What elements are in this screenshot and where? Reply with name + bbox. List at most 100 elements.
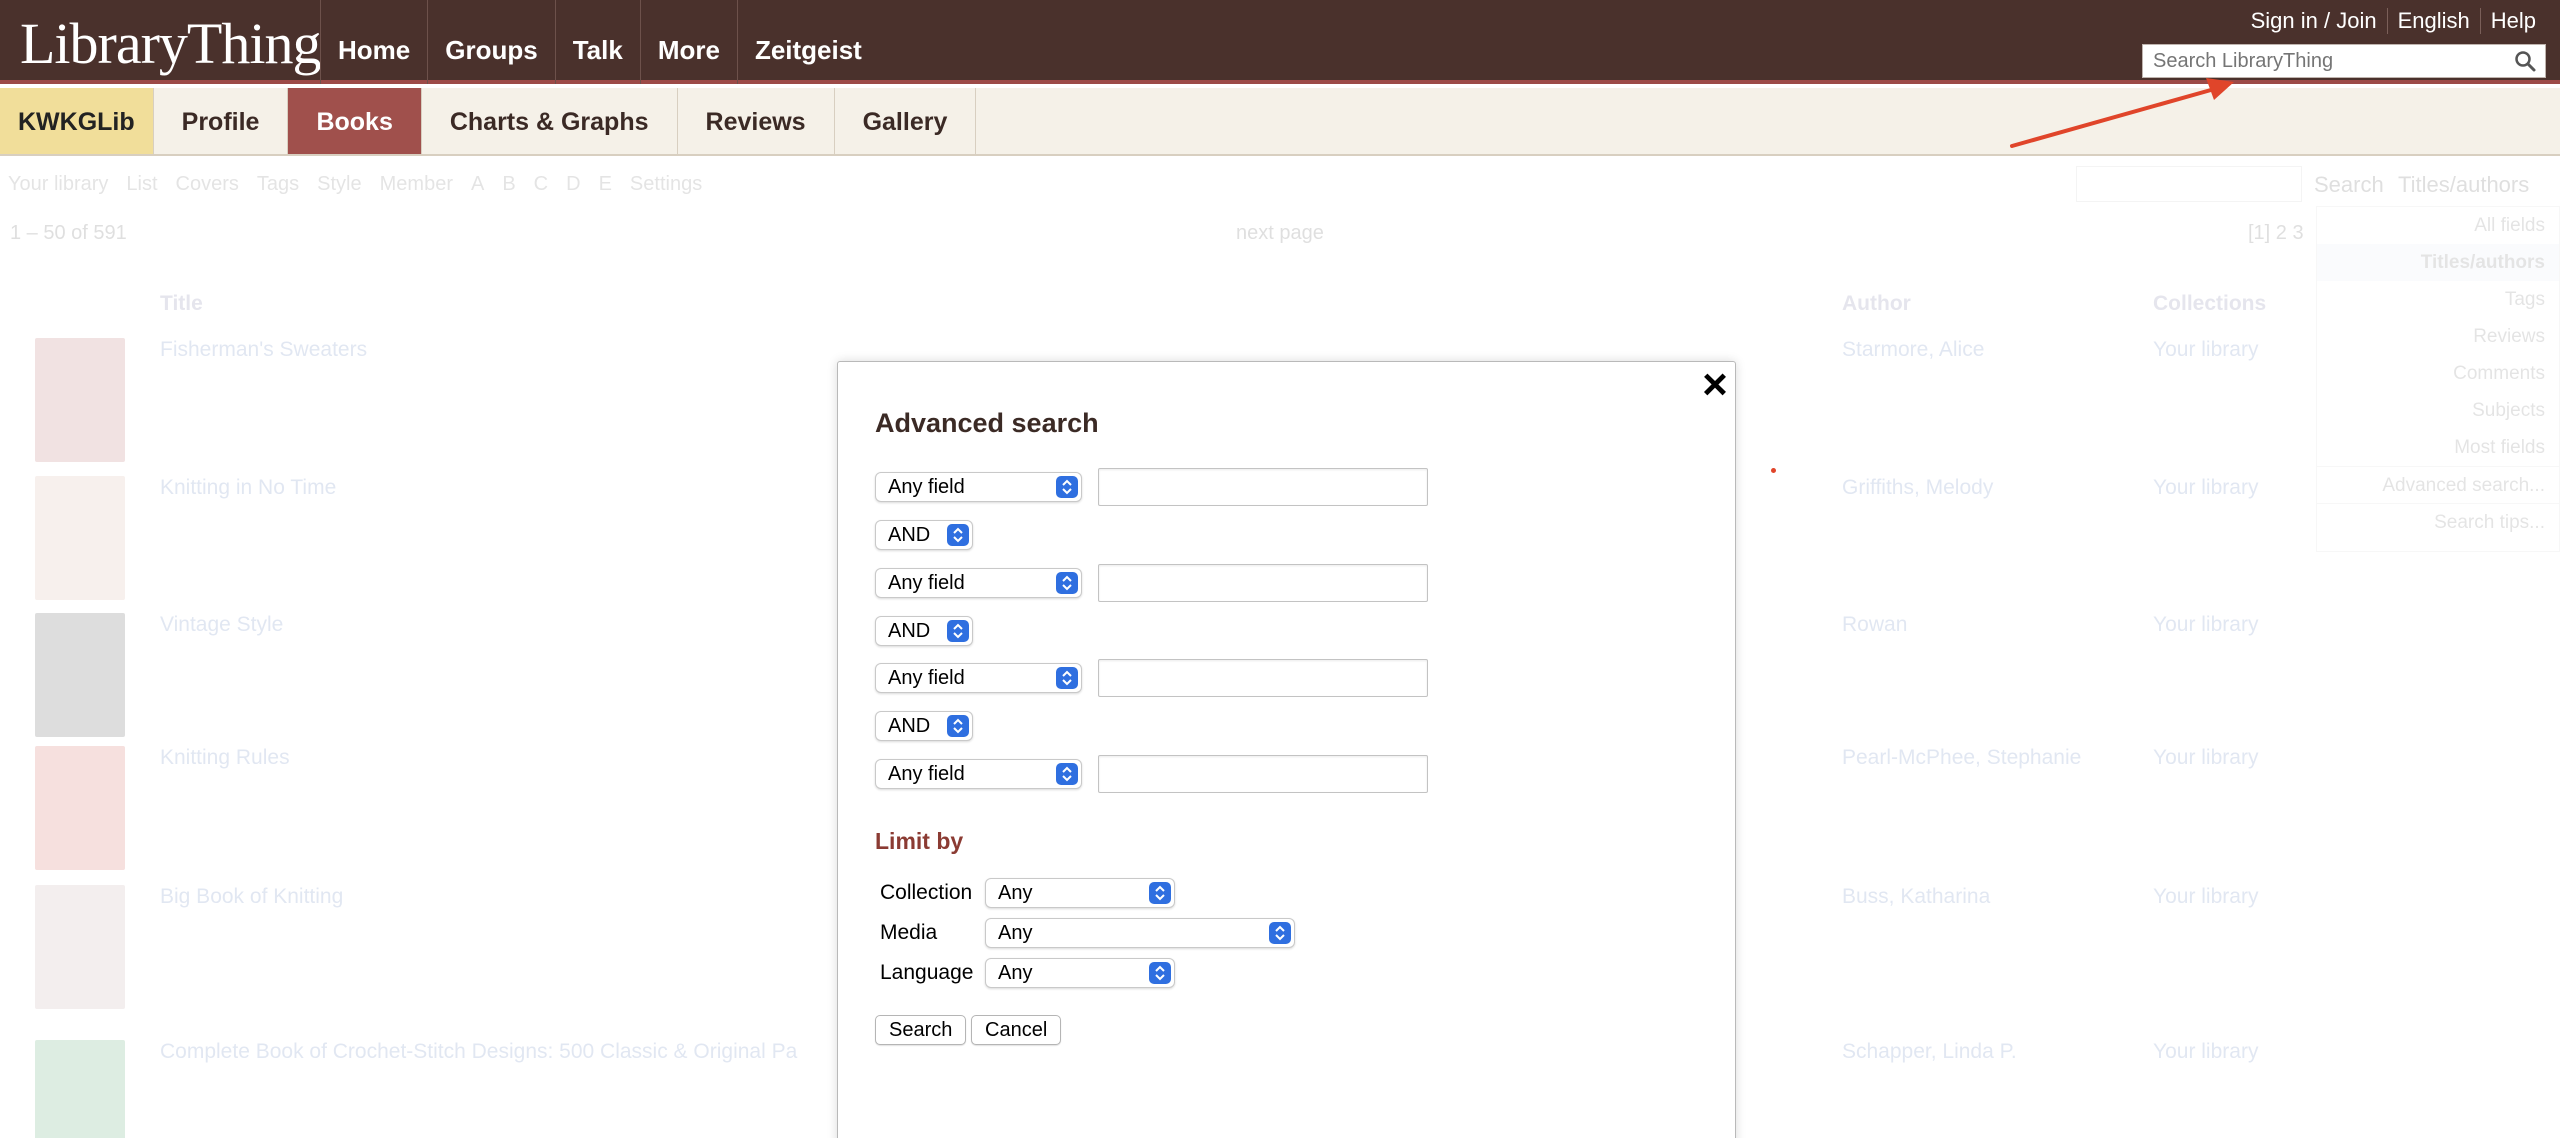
tab-profile[interactable]: Profile (154, 88, 289, 154)
column-title[interactable]: Title (160, 292, 203, 316)
tab-books[interactable]: Books (288, 88, 422, 154)
field-select-3[interactable]: Any field (875, 663, 1082, 693)
nav-zeitgeist[interactable]: Zeitgeist (736, 0, 879, 84)
book-cover[interactable] (35, 613, 125, 737)
top-links: Sign in / Join English Help (2241, 8, 2546, 34)
nav-groups[interactable]: Groups (427, 0, 554, 84)
chevron-updown-icon (947, 524, 969, 546)
tab-gallery[interactable]: Gallery (835, 88, 977, 154)
view-covers[interactable]: Covers (176, 173, 239, 196)
book-author[interactable]: Rowan (1842, 613, 1907, 637)
field-select-2-value: Any field (888, 572, 965, 594)
annotation-dot (1771, 468, 1776, 473)
menu-item-subjects[interactable]: Subjects (2317, 392, 2559, 429)
close-icon[interactable]: × (1698, 363, 1732, 407)
field-select-1-value: Any field (888, 476, 965, 498)
media-select-value: Any (998, 922, 1033, 944)
search-term-input-4[interactable] (1098, 755, 1428, 793)
help-link[interactable]: Help (2479, 8, 2546, 34)
book-cover[interactable] (35, 338, 125, 462)
style-member[interactable]: Member (380, 173, 453, 196)
tab-library-name[interactable]: KWKGLib (0, 88, 154, 154)
language-label: Language (880, 961, 974, 984)
library-search-input[interactable] (2076, 166, 2302, 202)
library-search-button[interactable]: Search (2314, 172, 2384, 198)
style-c[interactable]: C (534, 173, 548, 196)
book-title[interactable]: Knitting in No Time (160, 476, 336, 500)
search-term-input-2[interactable] (1098, 564, 1428, 602)
book-title[interactable]: Knitting Rules (160, 746, 290, 770)
nav-home[interactable]: Home (320, 0, 427, 84)
view-list[interactable]: List (126, 173, 157, 196)
view-tags[interactable]: Tags (257, 173, 299, 196)
book-cover[interactable] (35, 476, 125, 600)
book-cover[interactable] (35, 1040, 125, 1138)
dialog-title: Advanced search (875, 408, 1099, 438)
operator-select-1[interactable]: AND (875, 520, 973, 550)
field-select-4[interactable]: Any field (875, 759, 1082, 789)
tab-reviews[interactable]: Reviews (678, 88, 835, 154)
menu-item-tags[interactable]: Tags (2317, 281, 2559, 318)
chevron-updown-icon (1056, 667, 1078, 689)
book-author[interactable]: Starmore, Alice (1842, 338, 1984, 362)
next-page-link[interactable]: next page (1236, 222, 1324, 245)
book-collection[interactable]: Your library (2153, 746, 2258, 770)
media-label: Media (880, 921, 938, 944)
style-a[interactable]: A (471, 173, 484, 196)
language-link[interactable]: English (2386, 8, 2480, 34)
style-d[interactable]: D (566, 173, 580, 196)
menu-item-advanced-search[interactable]: Advanced search... (2317, 466, 2559, 503)
collection-select-value: Any (998, 882, 1033, 904)
operator-select-3[interactable]: AND (875, 711, 973, 741)
tab-charts-graphs[interactable]: Charts & Graphs (422, 88, 678, 154)
book-author[interactable]: Schapper, Linda P. (1842, 1040, 2017, 1064)
menu-item-all-fields[interactable]: All fields (2317, 207, 2559, 244)
cancel-button[interactable]: Cancel (971, 1015, 1062, 1045)
pager[interactable]: [1] 2 3 (2248, 222, 2304, 245)
book-title[interactable]: Complete Book of Crochet-Stitch Designs:… (160, 1040, 797, 1064)
book-author[interactable]: Buss, Katharina (1842, 885, 1990, 909)
chevron-updown-icon (947, 620, 969, 642)
search-term-input-1[interactable] (1098, 468, 1428, 506)
book-collection[interactable]: Your library (2153, 476, 2258, 500)
operator-select-2[interactable]: AND (875, 616, 973, 646)
field-select-2[interactable]: Any field (875, 568, 1082, 598)
menu-item-reviews[interactable]: Reviews (2317, 318, 2559, 355)
search-icon[interactable] (2513, 49, 2537, 73)
book-collection[interactable]: Your library (2153, 338, 2258, 362)
limit-by-heading: Limit by (875, 828, 964, 854)
book-collection[interactable]: Your library (2153, 885, 2258, 909)
menu-item-search-tips[interactable]: Search tips... (2317, 503, 2559, 540)
language-select[interactable]: Any (985, 958, 1175, 988)
sign-in-link[interactable]: Sign in / Join (2241, 8, 2387, 34)
book-author[interactable]: Pearl-McPhee, Stephanie (1842, 746, 2081, 770)
site-logo[interactable]: LibraryThing (20, 10, 321, 78)
book-collection[interactable]: Your library (2153, 613, 2258, 637)
menu-item-titles-authors[interactable]: Titles/authors (2317, 244, 2559, 281)
book-title[interactable]: Fisherman's Sweaters (160, 338, 367, 362)
book-cover[interactable] (35, 885, 125, 1009)
menu-item-most-fields[interactable]: Most fields (2317, 429, 2559, 466)
collection-select[interactable]: Any (985, 878, 1175, 908)
library-select[interactable]: Your library (8, 173, 108, 196)
search-term-input-3[interactable] (1098, 659, 1428, 697)
style-e[interactable]: E (599, 173, 612, 196)
field-select-1[interactable]: Any field (875, 472, 1082, 502)
book-cover[interactable] (35, 746, 125, 870)
nav-talk[interactable]: Talk (554, 0, 640, 84)
column-collections[interactable]: Collections (2153, 292, 2266, 316)
menu-item-comments[interactable]: Comments (2317, 355, 2559, 392)
book-title[interactable]: Vintage Style (160, 613, 283, 637)
search-field-select[interactable]: Titles/authors (2398, 172, 2529, 198)
language-select-value: Any (998, 962, 1033, 984)
advanced-search-dialog: × Advanced search Any field AND Any fiel… (837, 361, 1736, 1138)
style-b[interactable]: B (502, 173, 515, 196)
book-collection[interactable]: Your library (2153, 1040, 2258, 1064)
book-author[interactable]: Griffiths, Melody (1842, 476, 1993, 500)
book-title[interactable]: Big Book of Knitting (160, 885, 343, 909)
media-select[interactable]: Any (985, 918, 1295, 948)
nav-more[interactable]: More (639, 0, 737, 84)
search-button[interactable]: Search (875, 1015, 967, 1045)
settings-link[interactable]: Settings (630, 173, 702, 196)
column-author[interactable]: Author (1842, 292, 1911, 316)
